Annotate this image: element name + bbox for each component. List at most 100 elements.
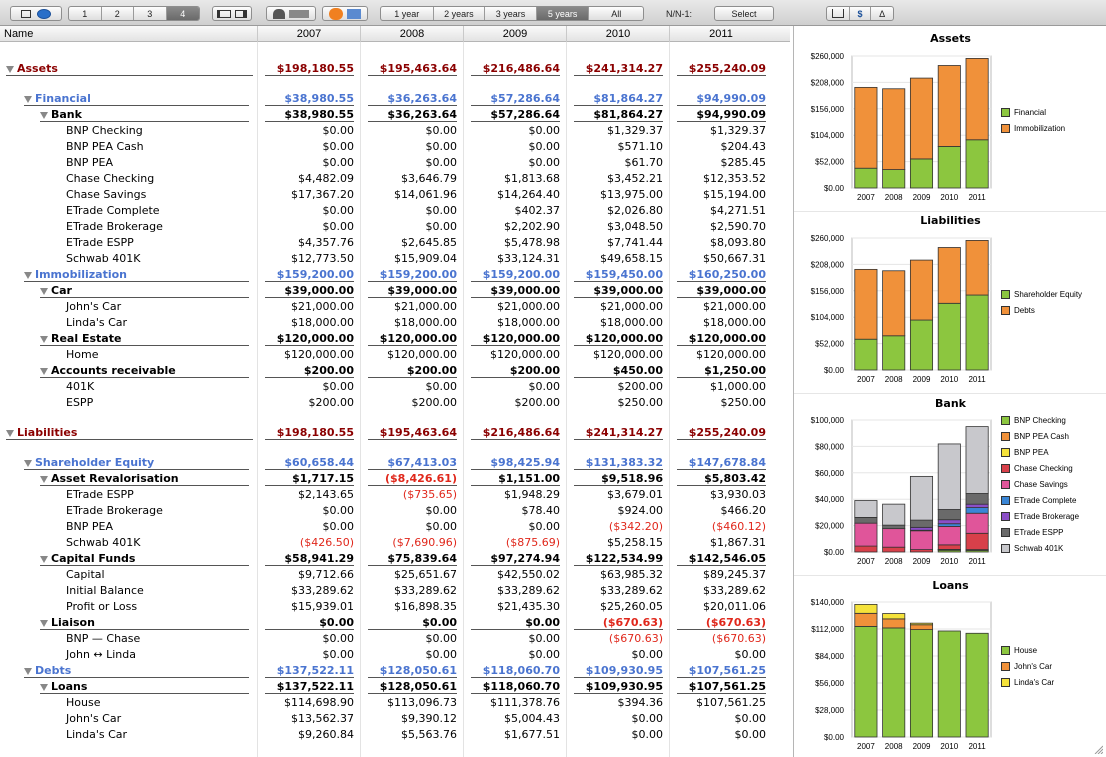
- money-button[interactable]: [322, 6, 368, 21]
- x-tick-label: 2009: [913, 557, 931, 566]
- year-column-header-2011[interactable]: 2011: [669, 26, 772, 42]
- period-all-button[interactable]: All: [589, 7, 643, 20]
- table-row[interactable]: Asset Revalorisation $1,717.15 ($8,426.61)…: [0, 470, 790, 486]
- table-row[interactable]: House $114,698.90 $113,096.73 $111,378.76 $3…: [0, 694, 790, 710]
- resize-grip-icon[interactable]: [1093, 744, 1103, 754]
- level-2-button[interactable]: 2: [102, 7, 134, 20]
- delta-mode-button[interactable]: Δ: [871, 7, 893, 20]
- table-row[interactable]: Loans $137,522.11 $128,050.61 $118,060.70 $1…: [0, 678, 790, 694]
- disclosure-triangle-icon[interactable]: [24, 271, 32, 279]
- table-row[interactable]: [0, 76, 790, 90]
- disclosure-triangle-icon[interactable]: [24, 95, 32, 103]
- value-cell: $97,274.94: [471, 551, 560, 566]
- disclosure-triangle-icon[interactable]: [40, 287, 48, 295]
- disclosure-triangle-icon[interactable]: [40, 475, 48, 483]
- level-4-button[interactable]: 4: [166, 7, 199, 20]
- value-cell: $94,990.09: [677, 91, 766, 106]
- y-tick-label: $0.00: [824, 548, 845, 557]
- table-row[interactable]: John ↔ Linda $0.00 $0.00 $0.00 $0.00 $0.00: [0, 646, 790, 662]
- table-row[interactable]: BNP Checking $0.00 $0.00 $0.00 $1,329.37 $1,3…: [0, 122, 790, 138]
- table-row[interactable]: Capital $9,712.66 $25,651.67 $42,550.02 $63,…: [0, 566, 790, 582]
- bar-segment: [854, 268, 878, 340]
- table-row[interactable]: Shareholder Equity $60,658.44 $67,413.03 $9…: [0, 454, 790, 470]
- value-cell: $14,061.96: [394, 188, 457, 201]
- year-column-header-2009[interactable]: 2009: [463, 26, 566, 42]
- table-row[interactable]: Chase Savings $17,367.20 $14,061.96 $14,264…: [0, 186, 790, 202]
- chart-mode-button[interactable]: [827, 7, 850, 20]
- table-row[interactable]: Schwab 401K $12,773.50 $15,909.04 $33,124.3…: [0, 250, 790, 266]
- table-row[interactable]: Bank $38,980.55 $36,263.64 $57,286.64 $81,86…: [0, 106, 790, 122]
- table-row[interactable]: [0, 410, 790, 424]
- period-1-year-button[interactable]: 1 year: [381, 7, 434, 20]
- table-row[interactable]: BNP PEA Cash $0.00 $0.00 $0.00 $571.10 $204.4…: [0, 138, 790, 154]
- table-row[interactable]: ETrade ESPP $2,143.65 ($735.65) $1,948.29 $3…: [0, 486, 790, 502]
- level-3-button[interactable]: 3: [134, 7, 167, 20]
- table-row[interactable]: ETrade Complete $0.00 $0.00 $402.37 $2,026.8…: [0, 202, 790, 218]
- year-column-header-2007[interactable]: 2007: [257, 26, 360, 42]
- table-row[interactable]: Car $39,000.00 $39,000.00 $39,000.00 $39,000…: [0, 282, 790, 298]
- name-column-header[interactable]: Name: [0, 26, 257, 42]
- table-row[interactable]: BNP PEA $0.00 $0.00 $0.00 ($342.20) ($460.12): [0, 518, 790, 534]
- value-cell: $3,930.03: [710, 488, 766, 501]
- level-1-button[interactable]: 1: [69, 7, 102, 20]
- disclosure-triangle-icon[interactable]: [40, 683, 48, 691]
- table-row[interactable]: Debts $137,522.11 $128,050.61 $118,060.70 $1…: [0, 662, 790, 678]
- value-cell: $81,864.27: [574, 107, 663, 122]
- table-row[interactable]: Schwab 401K ($426.50) ($7,690.96) ($875.69)…: [0, 534, 790, 550]
- disclosure-triangle-icon[interactable]: [40, 555, 48, 563]
- table-row[interactable]: BNP PEA $0.00 $0.00 $0.00 $61.70 $285.45: [0, 154, 790, 170]
- table-row[interactable]: Linda's Car $9,260.84 $5,563.76 $1,677.51 $0…: [0, 726, 790, 742]
- x-tick-label: 2007: [857, 375, 875, 384]
- disclosure-triangle-icon[interactable]: [6, 429, 14, 437]
- table-row[interactable]: Immobilization $159,200.00 $159,200.00 $159…: [0, 266, 790, 282]
- y-tick-label: $104,000: [811, 313, 845, 322]
- year-column-header-2010[interactable]: 2010: [566, 26, 669, 42]
- disclosure-triangle-icon[interactable]: [40, 335, 48, 343]
- legend-item: ETrade Brokerage: [1001, 512, 1079, 522]
- table-row[interactable]: Liaison $0.00 $0.00 $0.00 ($670.63) ($670.63): [0, 614, 790, 630]
- display-mode-selector[interactable]: $ Δ: [826, 6, 894, 21]
- period-3-years-button[interactable]: 3 years: [485, 7, 537, 20]
- table-row[interactable]: Initial Balance $33,289.62 $33,289.62 $33,2…: [0, 582, 790, 598]
- table-row[interactable]: Real Estate $120,000.00 $120,000.00 $120,00…: [0, 330, 790, 346]
- disclosure-triangle-icon[interactable]: [24, 667, 32, 675]
- table-row[interactable]: Financial $38,980.55 $36,263.64 $57,286.64 $…: [0, 90, 790, 106]
- table-row[interactable]: ETrade ESPP $4,357.76 $2,645.85 $5,478.98 $7…: [0, 234, 790, 250]
- disclosure-triangle-icon[interactable]: [40, 619, 48, 627]
- row-label: Liabilities: [6, 425, 253, 440]
- table-row[interactable]: BNP — Chase $0.00 $0.00 $0.00 ($670.63) ($670…: [0, 630, 790, 646]
- table-row[interactable]: Chase Checking $4,482.09 $3,646.79 $1,813.6…: [0, 170, 790, 186]
- value-cell: $160,250.00: [677, 267, 766, 282]
- table-row[interactable]: John's Car $21,000.00 $21,000.00 $21,000.00…: [0, 298, 790, 314]
- table-row[interactable]: Accounts receivable $200.00 $200.00 $200.00…: [0, 362, 790, 378]
- table-row[interactable]: 401K $0.00 $0.00 $0.00 $200.00 $1,000.00: [0, 378, 790, 394]
- value-cell: $25,260.05: [600, 600, 663, 613]
- level-selector[interactable]: 1234: [68, 6, 200, 21]
- table-row[interactable]: Profit or Loss $15,939.01 $16,898.35 $21,43…: [0, 598, 790, 614]
- table-row[interactable]: ESPP $200.00 $200.00 $200.00 $250.00 $250.00: [0, 394, 790, 410]
- table-row[interactable]: Assets $198,180.55 $195,463.64 $216,486.64 $…: [0, 60, 790, 76]
- disclosure-triangle-icon[interactable]: [40, 367, 48, 375]
- table-row[interactable]: ETrade Brokerage $0.00 $0.00 $78.40 $924.00 $…: [0, 502, 790, 518]
- currency-mode-button[interactable]: $: [850, 7, 872, 20]
- period-selector[interactable]: 1 year 2 years 3 years 5 years All: [380, 6, 644, 21]
- table-row[interactable]: Liabilities $198,180.55 $195,463.64 $216,48…: [0, 424, 790, 440]
- people-button[interactable]: [266, 6, 316, 21]
- table-row[interactable]: Capital Funds $58,941.29 $75,839.64 $97,274…: [0, 550, 790, 566]
- table-row[interactable]: Linda's Car $18,000.00 $18,000.00 $18,000.0…: [0, 314, 790, 330]
- layout-toggle-button[interactable]: [212, 6, 252, 21]
- period-2-years-button[interactable]: 2 years: [434, 7, 486, 20]
- period-5-years-button[interactable]: 5 years: [536, 7, 590, 20]
- disclosure-triangle-icon[interactable]: [24, 459, 32, 467]
- select-button[interactable]: Select: [714, 6, 774, 21]
- table-row[interactable]: Home $120,000.00 $120,000.00 $120,000.00 $12…: [0, 346, 790, 362]
- table-row[interactable]: John's Car $13,562.37 $9,390.12 $5,004.43 $0…: [0, 710, 790, 726]
- view-toggle-button[interactable]: [10, 6, 62, 21]
- disclosure-triangle-icon[interactable]: [6, 65, 14, 73]
- table-row[interactable]: [0, 440, 790, 454]
- y-tick-label: $260,000: [811, 52, 845, 61]
- value-cell: $2,202.90: [504, 220, 560, 233]
- disclosure-triangle-icon[interactable]: [40, 111, 48, 119]
- table-row[interactable]: ETrade Brokerage $0.00 $0.00 $2,202.90 $3,04…: [0, 218, 790, 234]
- year-column-header-2008[interactable]: 2008: [360, 26, 463, 42]
